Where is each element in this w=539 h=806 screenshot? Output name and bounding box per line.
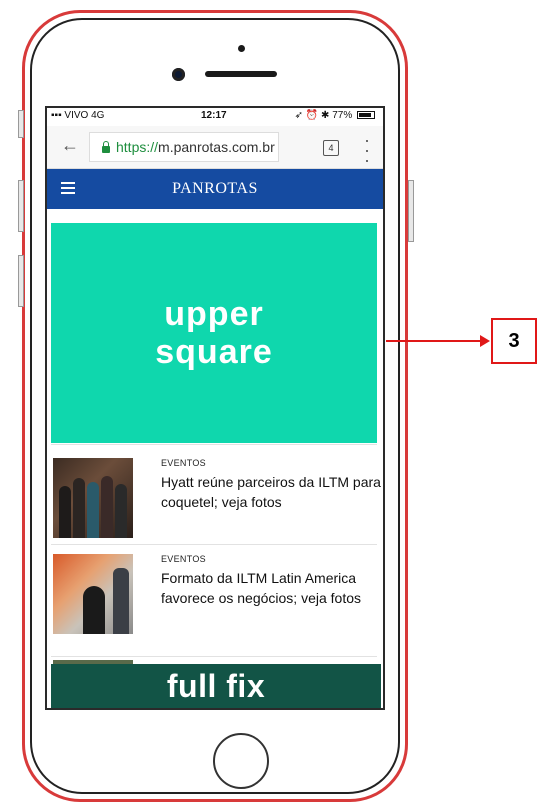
site-logo[interactable]: PANROTAS xyxy=(47,180,383,198)
battery-icon xyxy=(357,111,375,119)
article-item[interactable]: EVENTOS Hyatt reúne parceiros da ILTM pa… xyxy=(53,458,381,548)
tab-switcher-button[interactable]: 4 xyxy=(323,140,339,156)
url-bar[interactable]: https://m.panrotas.com.br xyxy=(89,132,279,162)
signal-icon: ▪▪▪ xyxy=(51,110,62,121)
ad-upper-square[interactable]: upper square xyxy=(51,223,377,443)
carrier-info: ▪▪▪ VIVO 4G xyxy=(51,110,104,121)
front-camera xyxy=(172,68,185,81)
phone-screen: ▪▪▪ VIVO 4G 12:17 ➶ ⏰ ✱ 77% ← https://m.… xyxy=(45,106,385,710)
alarm-icon: ⏰ xyxy=(305,110,319,121)
status-time: 12:17 xyxy=(201,110,227,121)
divider xyxy=(51,656,377,657)
bluetooth-icon: ✱ xyxy=(321,110,330,121)
callout-label: 3 xyxy=(491,318,537,364)
article-thumbnail[interactable] xyxy=(53,458,133,538)
article-thumbnail[interactable] xyxy=(53,554,133,634)
back-arrow-icon[interactable]: ← xyxy=(61,135,79,156)
callout-arrow-icon xyxy=(480,335,490,347)
url-scheme: https:// xyxy=(116,139,159,155)
callout-line xyxy=(386,340,486,342)
lock-icon xyxy=(102,141,110,153)
mute-switch xyxy=(18,110,24,138)
carrier-name: VIVO xyxy=(64,110,89,121)
network-type: 4G xyxy=(91,110,105,121)
earpiece-speaker xyxy=(205,71,277,77)
divider xyxy=(51,444,377,445)
url-host: m.panrotas.com.br xyxy=(158,139,275,155)
proximity-sensor xyxy=(238,45,245,52)
status-right: ➶ ⏰ ✱ 77% xyxy=(295,110,375,121)
home-button[interactable] xyxy=(213,733,269,789)
volume-up-button xyxy=(18,180,24,232)
article-category: EVENTOS xyxy=(161,554,206,564)
article-category: EVENTOS xyxy=(161,458,206,468)
site-header: PANROTAS xyxy=(47,169,383,209)
more-menu-icon[interactable]: · · · xyxy=(364,131,370,169)
ad-full-fix[interactable]: full fix xyxy=(51,664,381,708)
volume-down-button xyxy=(18,255,24,307)
location-icon: ➶ xyxy=(294,110,304,121)
article-headline[interactable]: Hyatt reúne parceiros da ILTM para coque… xyxy=(161,472,381,512)
ad-upper-square-label: upper square xyxy=(155,295,273,371)
browser-toolbar: ← https://m.panrotas.com.br 4 · · · xyxy=(47,126,383,169)
article-headline[interactable]: Formato da ILTM Latin America favorece o… xyxy=(161,568,381,608)
status-bar: ▪▪▪ VIVO 4G 12:17 ➶ ⏰ ✱ 77% xyxy=(47,108,383,124)
power-button xyxy=(408,180,414,242)
article-item[interactable]: EVENTOS Formato da ILTM Latin America fa… xyxy=(53,554,381,644)
battery-percent: 77% xyxy=(332,110,353,121)
ad-full-fix-label: full fix xyxy=(166,668,266,704)
divider xyxy=(51,544,377,545)
